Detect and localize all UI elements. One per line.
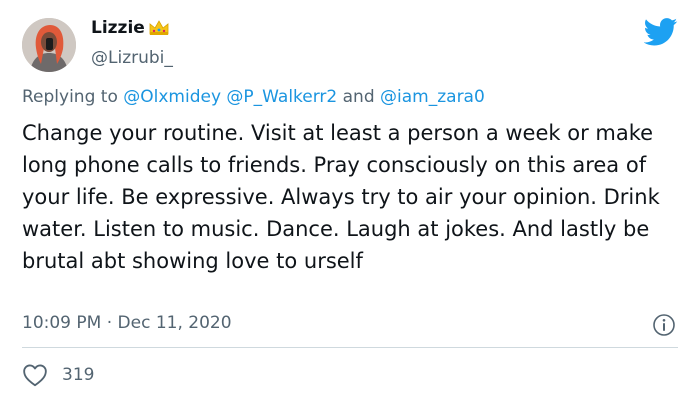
- display-name[interactable]: Lizzie: [91, 18, 145, 38]
- mention-link[interactable]: @P_Walkerr2: [226, 87, 337, 107]
- reply-conjunction: and: [342, 87, 375, 107]
- like-count: 319: [62, 365, 95, 385]
- handle[interactable]: @Lizrubi_: [91, 48, 173, 68]
- twitter-bird-icon[interactable]: [643, 18, 678, 46]
- tweet-time[interactable]: 10:09 PM: [22, 313, 101, 333]
- like-button[interactable]: 319: [22, 363, 94, 387]
- reply-prefix: Replying to: [22, 87, 118, 107]
- mention-link[interactable]: @iam_zara0: [380, 87, 485, 107]
- timestamp-separator: ·: [106, 313, 113, 333]
- timestamp[interactable]: 10:09 PM · Dec 11, 2020: [22, 313, 232, 333]
- heart-icon[interactable]: [22, 363, 48, 387]
- mention-link[interactable]: @Olxmidey: [123, 87, 221, 107]
- reply-context: Replying to @Olxmidey @P_Walkerr2 and @i…: [22, 87, 485, 107]
- crown-emoji: [148, 19, 170, 37]
- divider: [22, 347, 678, 348]
- display-name-row[interactable]: Lizzie: [91, 18, 170, 38]
- tweet-date[interactable]: Dec 11, 2020: [118, 313, 232, 333]
- avatar[interactable]: [22, 18, 76, 72]
- info-icon[interactable]: [652, 313, 676, 337]
- tweet-text: Change your routine. Visit at least a pe…: [22, 121, 660, 273]
